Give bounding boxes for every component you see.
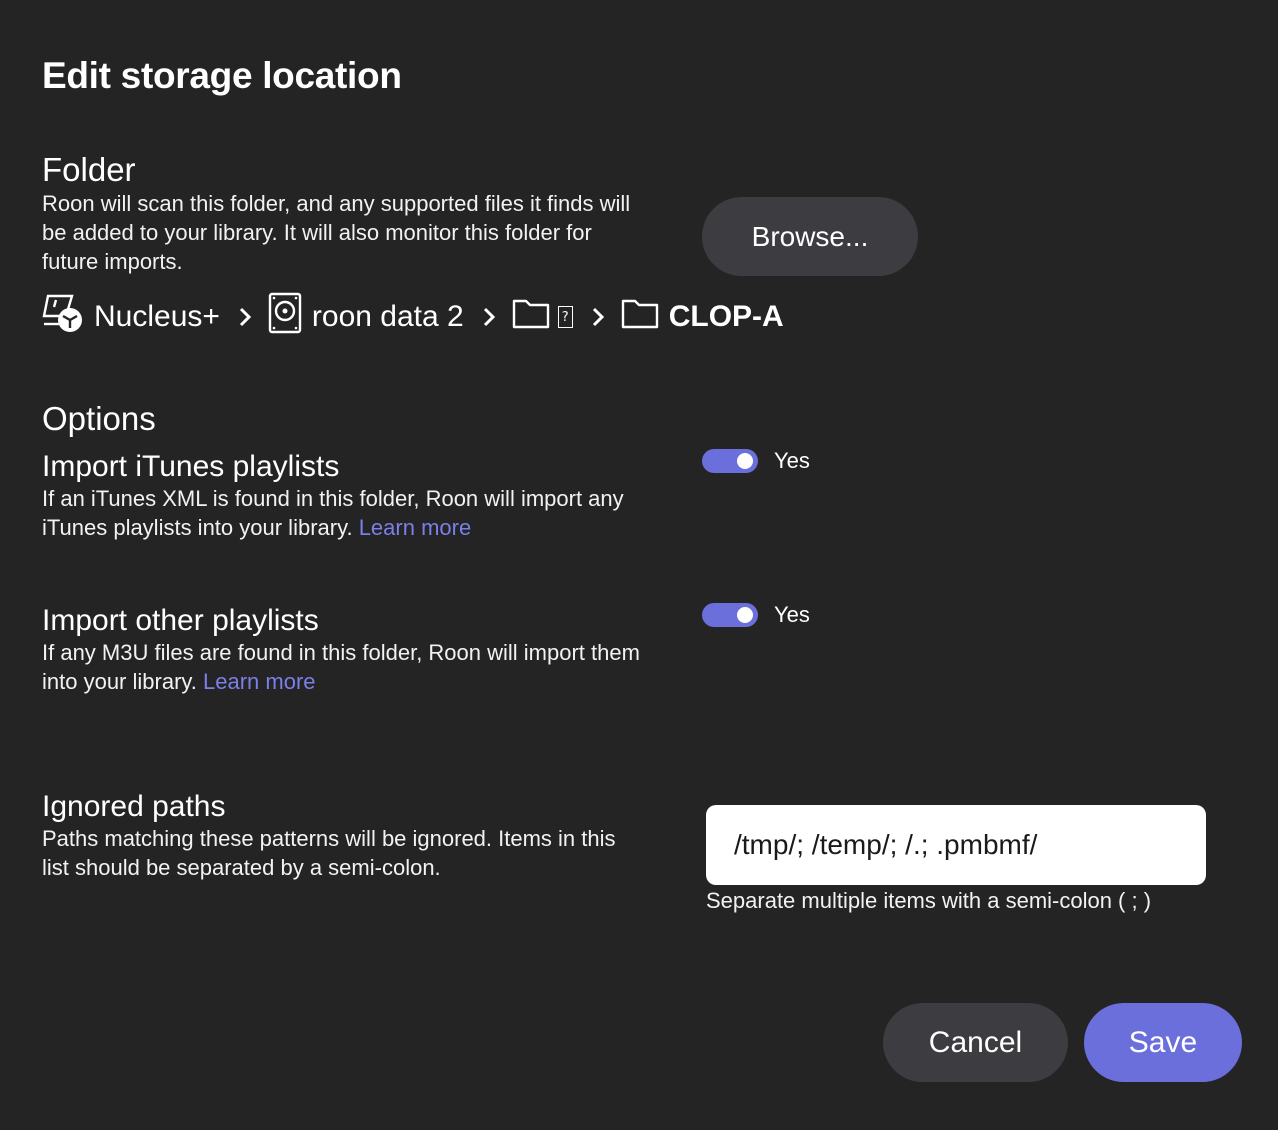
chevron-right-icon <box>482 306 496 328</box>
breadcrumb-label: ? <box>557 306 573 328</box>
toggle-label: Yes <box>774 448 810 473</box>
save-button[interactable]: Save <box>1084 1003 1242 1082</box>
folder-icon <box>621 297 659 337</box>
folder-heading: Folder <box>42 151 136 188</box>
dialog-title: Edit storage location <box>42 55 402 96</box>
itunes-option-description: If an iTunes XML is found in this folder… <box>42 486 624 540</box>
ignored-paths-title: Ignored paths <box>42 790 226 823</box>
toggle-label: Yes <box>774 602 810 627</box>
other-playlists-toggle[interactable] <box>702 603 758 627</box>
browse-button[interactable]: Browse... <box>702 197 918 276</box>
ignored-paths-hint: Separate multiple items with a semi-colo… <box>706 888 1152 913</box>
other-option-description: If any M3U files are found in this folde… <box>42 640 640 694</box>
cancel-button[interactable]: Cancel <box>883 1003 1068 1082</box>
learn-more-link[interactable]: Learn more <box>203 669 316 694</box>
breadcrumb-label: Nucleus+ <box>94 300 220 333</box>
breadcrumb-label: CLOP-A <box>668 300 784 333</box>
chevron-right-icon <box>238 306 252 328</box>
options-heading: Options <box>42 400 156 437</box>
other-toggle-row: Yes <box>702 602 810 628</box>
itunes-playlists-toggle[interactable] <box>702 449 758 473</box>
learn-more-link[interactable]: Learn more <box>359 515 472 540</box>
breadcrumb-item-drive[interactable]: roon data 2 <box>268 292 464 342</box>
breadcrumb-item-nucleus[interactable]: Nucleus+ <box>42 292 220 342</box>
breadcrumb-item-folder[interactable]: ? <box>512 297 573 337</box>
toggle-knob <box>737 607 753 623</box>
breadcrumb-item-current[interactable]: CLOP-A <box>621 297 784 337</box>
itunes-toggle-row: Yes <box>702 448 810 474</box>
folder-description: Roon will scan this folder, and any supp… <box>42 191 631 274</box>
breadcrumb: Nucleus+ roon data 2 ? CLOP-A <box>42 292 784 342</box>
toggle-knob <box>737 453 753 469</box>
itunes-option-title: Import iTunes playlists <box>42 450 340 483</box>
other-option-title: Import other playlists <box>42 604 319 637</box>
ignored-paths-input[interactable] <box>706 805 1206 885</box>
breadcrumb-label: roon data 2 <box>311 300 464 333</box>
nucleus-device-icon <box>42 292 84 342</box>
folder-icon <box>512 297 550 337</box>
hard-drive-icon <box>268 292 302 342</box>
ignored-paths-description: Paths matching these patterns will be ig… <box>42 826 616 880</box>
chevron-right-icon <box>591 306 605 328</box>
